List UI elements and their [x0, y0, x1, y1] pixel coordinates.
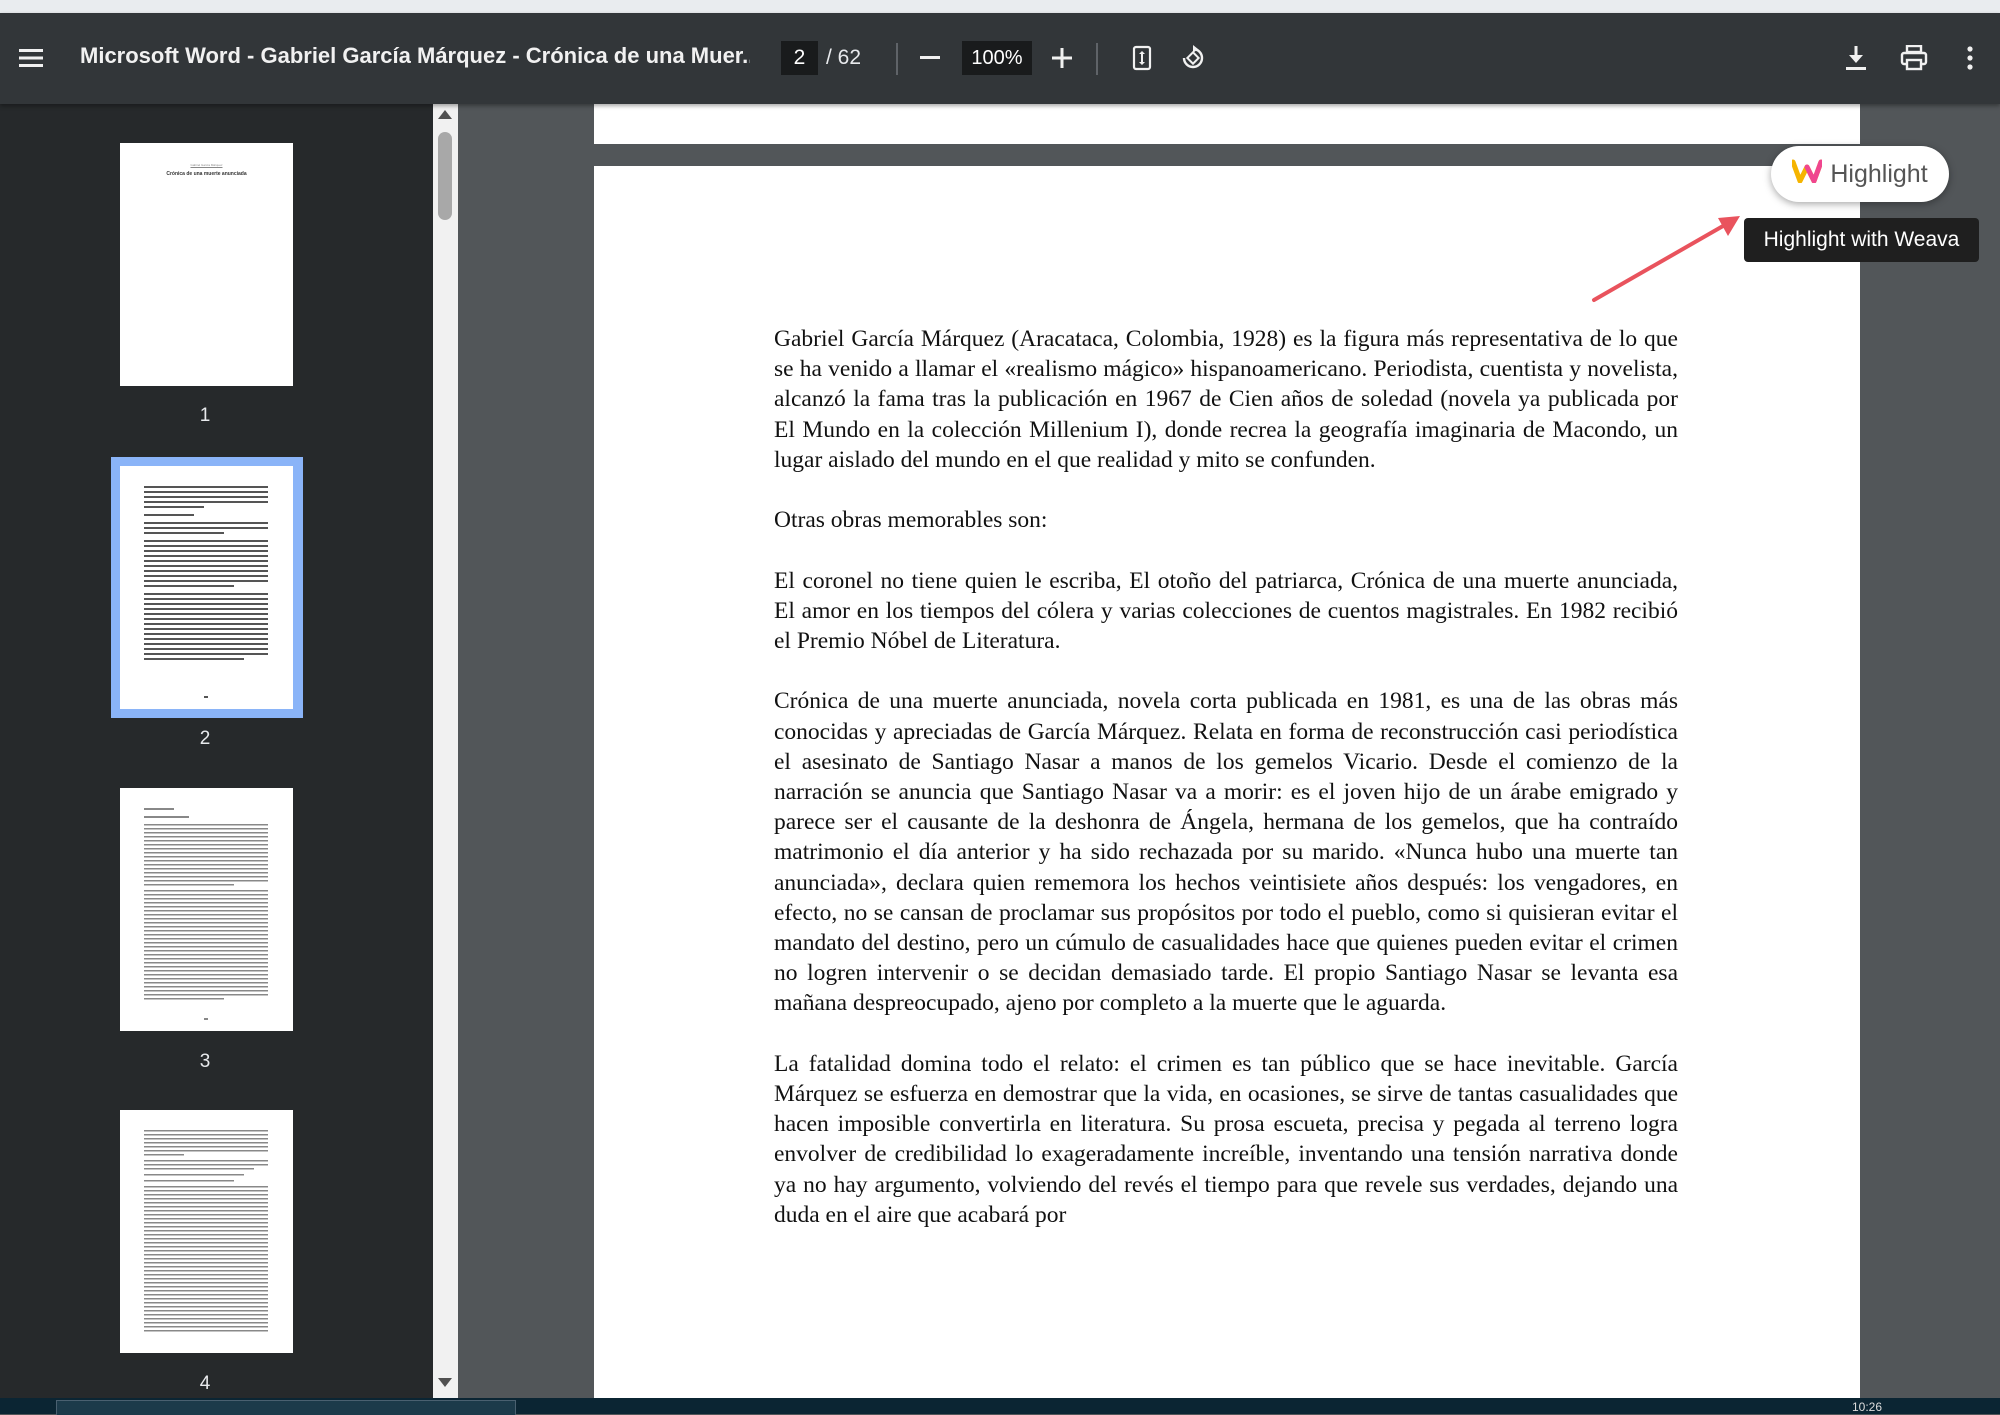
- page-thumbnail-3[interactable]: [120, 788, 293, 1031]
- window-top-strip: [0, 0, 2000, 13]
- thumbnail-text-lines: [144, 1130, 268, 1332]
- scroll-up-arrow-icon[interactable]: [438, 110, 452, 119]
- sidebar-scrollbar[interactable]: [433, 104, 458, 1400]
- paragraph: El coronel no tiene quien le escriba, El…: [774, 567, 1678, 654]
- thumbnail-number: 1: [199, 405, 211, 426]
- document-title: Microsoft Word - Gabriel García Márquez …: [80, 43, 750, 68]
- paragraph: Otras obras memorables son:: [774, 507, 1048, 534]
- scroll-down-arrow-icon[interactable]: [438, 1378, 452, 1387]
- paragraph: Crónica de una muerte anunciada, novela …: [774, 688, 1678, 1017]
- thumbnail-title-line: Crónica de una muerte anunciada: [166, 171, 247, 177]
- thumbnail-title-line: Gabriel García Márquez: [190, 163, 223, 167]
- pdf-toolbar: Microsoft Word - Gabriel García Márquez …: [0, 13, 2000, 104]
- thumbnail-number: 3: [199, 1051, 211, 1072]
- zoom-out-icon[interactable]: [910, 39, 950, 77]
- paragraph: La fatalidad domina todo el relato: el c…: [774, 1050, 1678, 1228]
- thumbnail-number: 2: [199, 728, 211, 749]
- thumbnail-text-lines: [144, 486, 268, 698]
- weava-highlight-label: Highlight: [1830, 159, 1928, 188]
- taskbar-search-box[interactable]: [56, 1400, 516, 1415]
- previous-page-bottom: [594, 104, 1860, 144]
- page-thumbnail-2[interactable]: [120, 466, 293, 709]
- page-thumbnail-1[interactable]: Gabriel García Márquez Crónica de una mu…: [120, 143, 293, 386]
- page-number-input[interactable]: 2: [781, 41, 818, 75]
- weava-tooltip: Highlight with Weava: [1744, 218, 1979, 262]
- page-text: Gabriel García Márquez (Aracataca, Colom…: [774, 324, 1678, 1260]
- zoom-in-icon[interactable]: [1042, 39, 1082, 77]
- hamburger-menu-icon[interactable]: [14, 41, 48, 75]
- annotation-arrow-icon: [1592, 216, 1740, 302]
- paragraph: Gabriel García Márquez (Aracataca, Colom…: [774, 326, 1678, 473]
- weava-highlight-button[interactable]: Highlight: [1771, 146, 1949, 202]
- print-icon[interactable]: [1892, 37, 1936, 79]
- toolbar-divider: [896, 43, 898, 75]
- thumbnail-number: 4: [199, 1373, 211, 1394]
- thumbnail-sidebar: Gabriel García Márquez Crónica de una mu…: [0, 104, 458, 1400]
- page-thumbnail-4[interactable]: [120, 1110, 293, 1353]
- download-icon[interactable]: [1836, 37, 1876, 79]
- document-page-2: Gabriel García Márquez (Aracataca, Colom…: [594, 166, 1860, 1406]
- toolbar-divider: [1096, 43, 1098, 75]
- more-options-icon[interactable]: [1950, 37, 1990, 79]
- thumbnail-text-lines: [144, 808, 268, 1020]
- rotate-icon[interactable]: [1172, 37, 1214, 79]
- page-total: / 62: [826, 46, 862, 69]
- taskbar-clock: 10:26: [1852, 1400, 1883, 1414]
- sidebar-scrollbar-thumb[interactable]: [438, 132, 452, 220]
- weava-logo-icon: [1790, 159, 1824, 190]
- zoom-level-input[interactable]: 100%: [962, 41, 1032, 75]
- fit-to-page-icon[interactable]: [1122, 37, 1162, 79]
